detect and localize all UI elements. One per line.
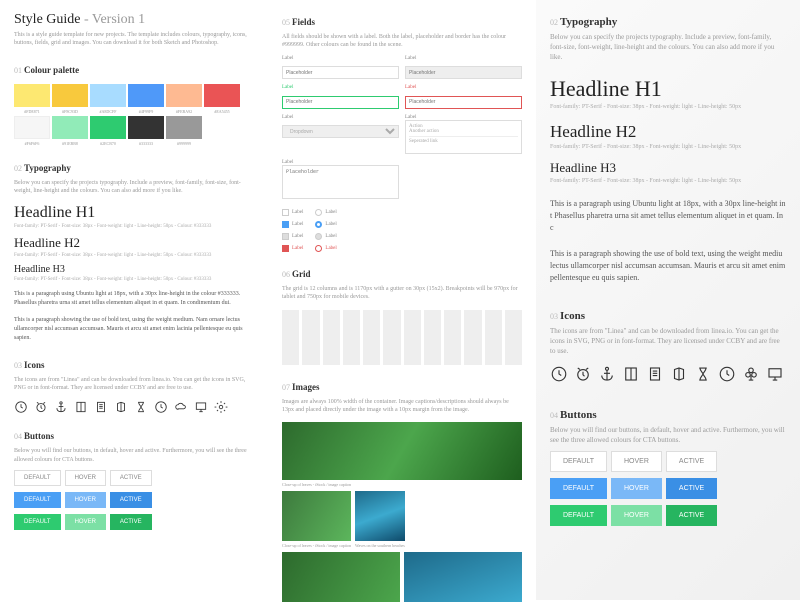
radio-checked[interactable] bbox=[315, 221, 322, 228]
swatch: #FDE871 bbox=[14, 84, 50, 114]
section-fields: 05Fields All fields should be shown with… bbox=[282, 12, 522, 252]
text-input-success[interactable] bbox=[282, 96, 399, 109]
right-column: 02Typography Below you can specify the p… bbox=[536, 0, 800, 600]
anchor-icon bbox=[54, 400, 68, 414]
headline-h1-large: Headline H1 bbox=[550, 76, 786, 102]
clock2-icon bbox=[718, 365, 736, 383]
page-icon bbox=[94, 400, 108, 414]
checkbox-error[interactable] bbox=[282, 245, 289, 252]
hover-blue-button[interactable]: HOVER bbox=[65, 492, 106, 508]
clock-icon bbox=[550, 365, 568, 383]
alarm-icon bbox=[574, 365, 592, 383]
grid-columns bbox=[282, 310, 522, 365]
radio-disabled bbox=[315, 233, 322, 240]
radio-error[interactable] bbox=[315, 245, 322, 252]
hover-button[interactable]: HOVER bbox=[65, 470, 106, 486]
hourglass-icon bbox=[694, 365, 712, 383]
section-buttons-large: 04Buttons Below you will find our button… bbox=[550, 405, 786, 527]
page-title: Style Guide - Version 1 bbox=[14, 12, 254, 28]
headline-h3: Headline H3 bbox=[14, 264, 254, 275]
middle-column: 05Fields All fields should be shown with… bbox=[268, 0, 536, 600]
anchor-icon bbox=[598, 365, 616, 383]
palette-swatches: #FDE871 #F8C93D #A8DCFF #4F99F9 #FEBA92 … bbox=[14, 84, 254, 146]
book-icon bbox=[74, 400, 88, 414]
sample-image-leaves3 bbox=[282, 552, 400, 602]
headline-h2: Headline H2 bbox=[14, 235, 254, 251]
text-input[interactable] bbox=[282, 66, 399, 79]
cards-icon bbox=[670, 365, 688, 383]
hover-button[interactable]: HOVER bbox=[611, 451, 662, 472]
default-button[interactable]: DEFAULT bbox=[14, 470, 61, 486]
section-typography-large: 02Typography Below you can specify the p… bbox=[550, 12, 786, 284]
textarea[interactable] bbox=[282, 165, 399, 199]
sample-image-leaves bbox=[282, 422, 522, 480]
alarm-icon bbox=[34, 400, 48, 414]
default-blue-button[interactable]: DEFAULT bbox=[550, 478, 607, 499]
paragraph-sample: This is a paragraph using Ubuntu light a… bbox=[14, 290, 254, 308]
select-dropdown[interactable]: Dropdown bbox=[282, 125, 399, 138]
active-blue-button[interactable]: ACTIVE bbox=[110, 492, 152, 508]
hourglass-icon bbox=[134, 400, 148, 414]
headline-h3-large: Headline H3 bbox=[550, 160, 786, 176]
checkbox-disabled bbox=[282, 233, 289, 240]
clock2-icon bbox=[154, 400, 168, 414]
active-button[interactable]: ACTIVE bbox=[666, 451, 717, 472]
default-button[interactable]: DEFAULT bbox=[550, 451, 607, 472]
club-icon bbox=[742, 365, 760, 383]
cloud-icon bbox=[174, 400, 188, 414]
hover-green-button[interactable]: HOVER bbox=[65, 514, 106, 530]
sample-image-leaves2 bbox=[282, 491, 351, 541]
headline-h2-large: Headline H2 bbox=[550, 122, 786, 142]
hover-blue-button[interactable]: HOVER bbox=[611, 478, 662, 499]
hover-green-button[interactable]: HOVER bbox=[611, 505, 662, 526]
left-column: Style Guide - Version 1 This is a style … bbox=[0, 0, 268, 600]
section-images: 07Images Images are always 100% width of… bbox=[282, 377, 522, 604]
default-green-button[interactable]: DEFAULT bbox=[550, 505, 607, 526]
text-input-error[interactable] bbox=[405, 96, 522, 109]
active-blue-button[interactable]: ACTIVE bbox=[666, 478, 717, 499]
default-blue-button[interactable]: DEFAULT bbox=[14, 492, 61, 508]
section-buttons-small: 04Buttons Below you will find our button… bbox=[14, 426, 254, 530]
sample-image-waves bbox=[355, 491, 405, 541]
cards-icon bbox=[114, 400, 128, 414]
dropdown-menu-open[interactable]: Action Another action Seperated link bbox=[405, 120, 522, 154]
section-icons-small: 03Icons The icons are from "Linea" and c… bbox=[14, 355, 254, 415]
checkbox-checked[interactable] bbox=[282, 221, 289, 228]
monitor-icon bbox=[766, 365, 784, 383]
monitor-icon bbox=[194, 400, 208, 414]
headline-h1: Headline H1 bbox=[14, 204, 254, 222]
intro-text: This is a style guide template for new p… bbox=[14, 31, 254, 48]
section-grid: 06Grid The grid is 12 columns and is 117… bbox=[282, 264, 522, 365]
clock-icon bbox=[14, 400, 28, 414]
section-typography-small: 02Typography Below you can specify the p… bbox=[14, 158, 254, 343]
text-input-disabled bbox=[405, 66, 522, 79]
page-icon bbox=[646, 365, 664, 383]
book-icon bbox=[622, 365, 640, 383]
radio[interactable] bbox=[315, 209, 322, 216]
active-green-button[interactable]: ACTIVE bbox=[110, 514, 152, 530]
gear-icon bbox=[214, 400, 228, 414]
active-button[interactable]: ACTIVE bbox=[110, 470, 152, 486]
active-green-button[interactable]: ACTIVE bbox=[666, 505, 717, 526]
section-icons-large: 03Icons The icons are from "Linea" and c… bbox=[550, 306, 786, 382]
sample-image-waves2 bbox=[404, 552, 522, 602]
default-green-button[interactable]: DEFAULT bbox=[14, 514, 61, 530]
section-palette: 01Colour palette #FDE871 #F8C93D #A8DCFF… bbox=[14, 60, 254, 146]
checkbox[interactable] bbox=[282, 209, 289, 216]
